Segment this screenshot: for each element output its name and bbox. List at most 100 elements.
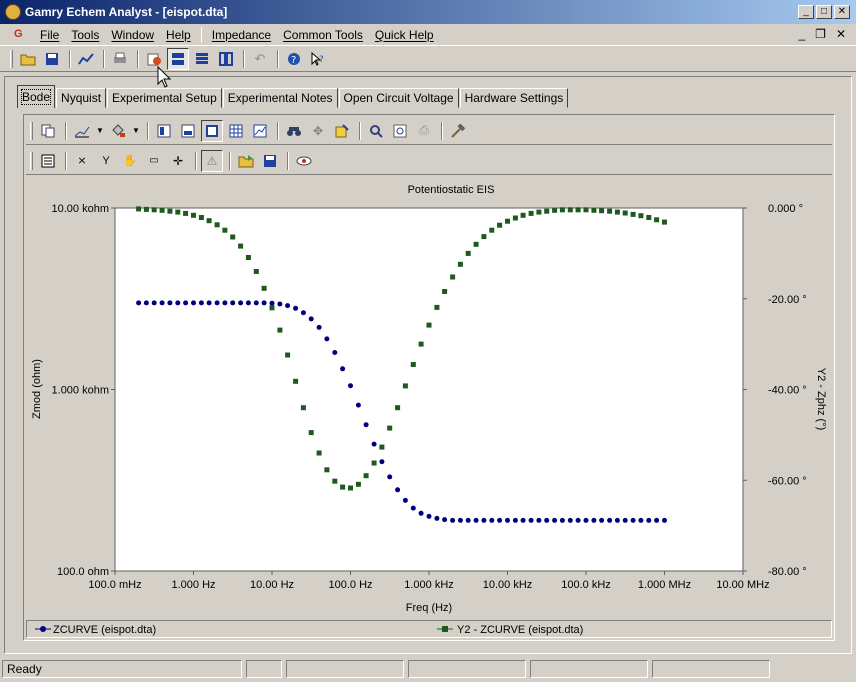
menu-file[interactable]: File <box>34 28 65 42</box>
zmod-point <box>324 336 330 342</box>
minimize-button[interactable]: _ <box>798 5 814 19</box>
range-select-icon[interactable]: ▭ <box>143 150 165 172</box>
zmod-point <box>300 310 306 316</box>
mdi-minimize-button[interactable]: _ <box>798 27 805 41</box>
chart-view-icon[interactable] <box>249 120 271 142</box>
chart-title: Potentiostatic EIS <box>408 184 495 196</box>
zmod-point <box>277 301 283 307</box>
chart-layout-icon[interactable] <box>177 120 199 142</box>
eye-view-icon[interactable] <box>293 150 315 172</box>
pan-icon[interactable]: ✥ <box>307 120 329 142</box>
status-pane-3 <box>408 660 526 678</box>
tab-nyquist[interactable]: Nyquist <box>56 88 107 108</box>
save-chart-icon[interactable] <box>259 150 281 172</box>
zmod-point <box>395 487 401 493</box>
undo-icon[interactable]: ↶ <box>249 48 271 70</box>
legend-label-y2-zcurve: Y2 - ZCURVE (eispot.dta) <box>457 624 583 636</box>
phase-point <box>269 305 275 311</box>
legend-square-marker <box>442 626 448 632</box>
curve-list-icon[interactable] <box>37 150 59 172</box>
chart-properties-icon[interactable] <box>153 120 175 142</box>
binoculars-icon[interactable] <box>283 120 305 142</box>
freehand-select-icon[interactable]: ✋ <box>119 150 141 172</box>
color-fill-icon[interactable] <box>107 120 129 142</box>
gallery-icon[interactable] <box>71 120 93 142</box>
phase-point <box>371 460 377 466</box>
zmod-point <box>230 300 236 306</box>
phase-point <box>614 209 620 215</box>
zmod-point <box>473 517 479 523</box>
save-icon[interactable] <box>41 48 63 70</box>
y2-tick-label: -40.00 ° <box>768 385 807 397</box>
bode-chart[interactable]: Potentiostatic EIS 100.0 mHz 1.000 Hz 10.0… <box>24 179 834 617</box>
status-text: Ready <box>2 660 242 678</box>
select-x-icon[interactable]: ⨯ <box>71 150 93 172</box>
chart-toolbar-1: ▼ ▼ ✥ ⎙ <box>26 117 832 145</box>
app-icon[interactable] <box>5 4 21 20</box>
phase-point <box>363 473 369 479</box>
color-dropdown-icon[interactable]: ▼ <box>131 120 141 142</box>
phase-point <box>183 210 189 216</box>
menu-quick-help[interactable]: Quick Help <box>369 28 440 42</box>
tab-experimental-setup[interactable]: Experimental Setup <box>107 88 222 108</box>
zmod-point <box>198 300 204 306</box>
phase-point <box>402 383 408 389</box>
gallery-dropdown-icon[interactable]: ▼ <box>95 120 105 142</box>
menu-common-tools[interactable]: Common Tools <box>277 28 369 42</box>
phase-point <box>395 405 401 411</box>
close-button[interactable]: ✕ <box>834 5 850 19</box>
zmod-point <box>214 300 220 306</box>
data-view-icon[interactable] <box>201 119 223 142</box>
phase-point <box>355 481 361 487</box>
phase-point <box>418 341 424 347</box>
phase-point <box>261 285 267 291</box>
tab-open-circuit-voltage[interactable]: Open Circuit Voltage <box>338 88 459 108</box>
tab-experimental-notes[interactable]: Experimental Notes <box>222 88 338 108</box>
legend-item-zcurve[interactable]: ZCURVE (eispot.dta) <box>35 624 156 636</box>
mdi-doc-icon[interactable]: G <box>14 28 28 42</box>
annotate-icon[interactable] <box>331 120 353 142</box>
phase-point <box>293 378 299 384</box>
select-y-icon[interactable]: Y <box>95 150 117 172</box>
tile-vertical-icon[interactable] <box>215 48 237 70</box>
phase-point <box>308 430 314 436</box>
zmod-point <box>630 517 636 523</box>
copy-icon[interactable] <box>37 120 59 142</box>
zmod-point <box>316 324 322 330</box>
hammer-tool-icon[interactable] <box>447 120 469 142</box>
open-folder-icon[interactable] <box>17 48 39 70</box>
menu-tools[interactable]: Tools <box>65 28 105 42</box>
zmod-point <box>520 517 526 523</box>
tab-bode[interactable]: Bode <box>17 85 56 108</box>
open-overlay-icon[interactable] <box>235 150 257 172</box>
x-tick-label: 1.000 Hz <box>171 579 215 591</box>
cascade-icon[interactable] <box>191 48 213 70</box>
legend-item-y2-zcurve[interactable]: Y2 - ZCURVE (eispot.dta) <box>437 624 583 636</box>
chart-svg[interactable]: Potentiostatic EIS 100.0 mHz 1.000 Hz 10.0… <box>24 179 834 617</box>
mouse-cursor-icon <box>157 66 172 88</box>
zoom-icon[interactable] <box>365 120 387 142</box>
context-help-icon[interactable]: ? <box>307 48 329 70</box>
warning-icon[interactable]: ⚠ <box>201 149 223 172</box>
menu-impedance[interactable]: Impedance <box>206 28 277 42</box>
mdi-restore-button[interactable]: ❐ <box>815 27 826 41</box>
phase-point <box>410 362 416 367</box>
maximize-button[interactable]: □ <box>816 5 832 19</box>
print-chart-icon[interactable]: ⎙ <box>413 120 435 142</box>
phase-point <box>245 255 251 260</box>
zoom-page-icon[interactable] <box>389 120 411 142</box>
zmod-point <box>136 300 142 306</box>
menu-help[interactable]: Help <box>160 28 197 42</box>
chart-icon[interactable] <box>75 48 97 70</box>
zmod-point <box>497 517 503 523</box>
zmod-point <box>253 300 259 306</box>
mdi-close-button[interactable]: ✕ <box>836 27 846 41</box>
data-grid-icon[interactable] <box>225 120 247 142</box>
menu-window[interactable]: Window <box>105 28 160 42</box>
crosshair-icon[interactable]: ✛ <box>167 150 189 172</box>
toolbar-grip[interactable] <box>10 49 13 68</box>
y2-axis-label: Y2 - Zphz (°) <box>815 368 827 430</box>
tab-hardware-settings[interactable]: Hardware Settings <box>459 88 569 108</box>
help-icon[interactable]: ? <box>283 48 305 70</box>
print-icon[interactable] <box>109 48 131 70</box>
